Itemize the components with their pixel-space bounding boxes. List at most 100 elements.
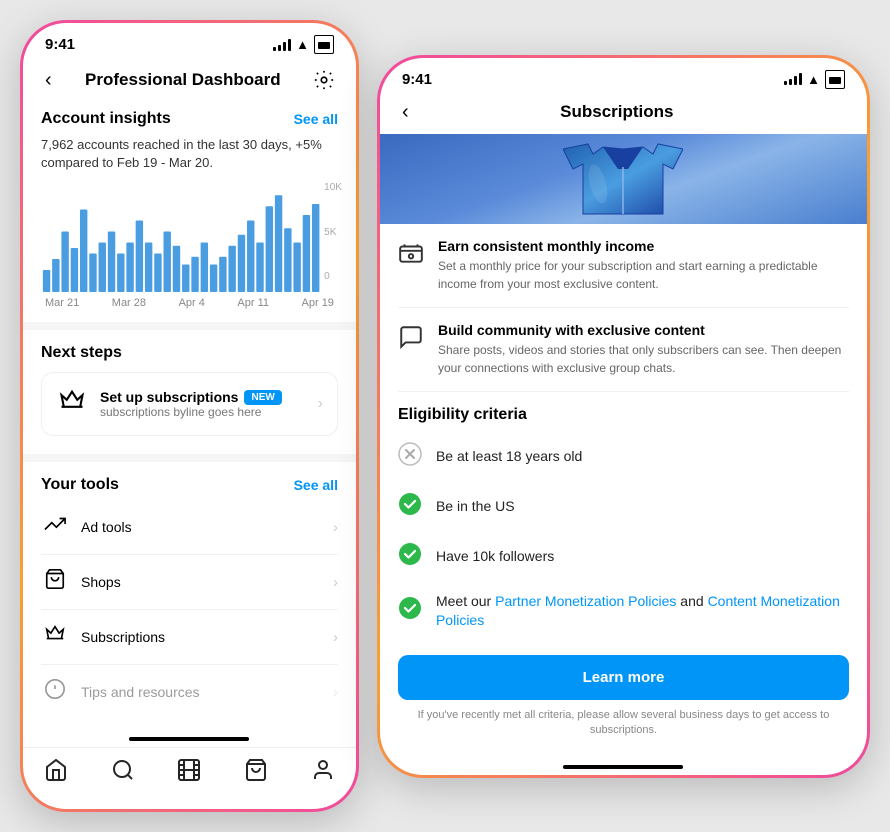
nav-home[interactable] [44,758,68,789]
signal-icon [273,39,291,51]
jacket-svg [563,139,683,219]
chart-container: 10K 5K 0 [23,182,356,312]
your-tools-section: Your tools See all Ad tools › [23,462,356,727]
feature-community-desc: Share posts, videos and stories that onl… [438,341,849,377]
nav-header-right: ‹ Subscriptions [380,93,867,134]
next-steps-section: Next steps Set up subscriptions NEW subs… [23,330,356,444]
tool-chevron-3: › [333,629,338,646]
page-title-left: Professional Dashboard [56,70,310,90]
status-icons-right: ▲ [784,70,845,89]
chart-label-apr11: Apr 11 [237,297,269,309]
ad-tools-icon [41,513,69,541]
shops-icon [41,568,69,596]
nav-shop[interactable] [244,758,268,789]
tool-shops-name: Shops [81,574,321,590]
back-button-right[interactable]: ‹ [398,101,413,124]
settings-icon[interactable] [310,66,338,94]
criteria-x-icon [398,442,424,472]
left-phone: 9:41 ▲ ‹ Professional Dashboard [20,20,359,812]
partner-policy-link[interactable]: Partner Monetization Policies [495,593,676,609]
tool-ad-tools[interactable]: Ad tools › [41,500,338,555]
criteria-check-1 [398,492,424,522]
subs-footer-note: If you've recently met all criteria, ple… [380,708,867,755]
subs-hero-image [380,134,867,224]
criteria-followers: Have 10k followers [398,532,849,582]
nav-header-left: ‹ Professional Dashboard [23,58,356,104]
feature-community: Build community with exclusive content S… [398,308,849,392]
next-steps-title: Next steps [41,344,338,362]
tool-subscriptions[interactable]: Subscriptions › [41,610,338,665]
learn-more-button[interactable]: Learn more [398,655,849,700]
home-indicator-right [563,765,683,769]
criteria-us: Be in the US [398,482,849,532]
feature-income-content: Earn consistent monthly income Set a mon… [438,238,849,293]
chart-svg [41,182,338,292]
tips-icon [41,678,69,706]
tool-chevron-2: › [333,574,338,591]
feature-community-title: Build community with exclusive content [438,322,849,338]
tool-tips[interactable]: Tips and resources › [41,665,338,719]
community-icon [398,324,424,356]
scroll-content-left: Account insights See all 7,962 accounts … [23,104,356,737]
status-time-left: 9:41 [45,36,75,53]
criteria-followers-text: Have 10k followers [436,547,554,567]
wifi-icon-right: ▲ [807,72,820,87]
chart-label-apr4: Apr 4 [179,297,205,309]
account-insights-header: Account insights See all [23,104,356,134]
status-bar-left: 9:41 ▲ [23,23,356,58]
insights-description: 7,962 accounts reached in the last 30 da… [23,134,356,182]
divider-2 [23,454,356,462]
tool-chevron-4: › [333,684,338,701]
criteria-policies-text: Meet our Partner Monetization Policies a… [436,592,849,631]
chart-label-apr19: Apr 19 [302,297,334,309]
new-badge: NEW [244,390,281,405]
criteria-age-text: Be at least 18 years old [436,447,582,467]
card-chevron-icon: › [318,395,323,413]
tool-chevron-1: › [333,519,338,536]
status-bar-right: 9:41 ▲ [380,58,867,93]
tool-ad-tools-name: Ad tools [81,519,321,535]
tool-subscriptions-name: Subscriptions [81,629,321,645]
card-title: Set up subscriptions [100,389,238,405]
income-icon [398,240,424,272]
chart-y-0: 0 [324,271,342,282]
divider-1 [23,322,356,330]
criteria-us-text: Be in the US [436,497,515,517]
criteria-check-3 [398,596,424,626]
feature-community-content: Build community with exclusive content S… [438,322,849,377]
crown-icon [56,387,88,421]
wifi-icon: ▲ [296,37,309,52]
home-indicator-left [129,737,249,741]
subs-features-section: Earn consistent monthly income Set a mon… [380,224,867,641]
subscriptions-card[interactable]: Set up subscriptions NEW subscriptions b… [41,372,338,436]
back-button-left[interactable]: ‹ [41,69,56,92]
feature-income-desc: Set a monthly price for your subscriptio… [438,257,849,293]
card-content: Set up subscriptions NEW subscriptions b… [100,389,306,419]
account-insights-title: Account insights [41,110,171,128]
tools-header: Your tools See all [41,476,338,500]
tools-see-all[interactable]: See all [294,477,338,493]
status-icons-left: ▲ [273,35,334,54]
nav-reels[interactable] [177,758,201,789]
bottom-nav-left [23,747,356,809]
scroll-content-right: Earn consistent monthly income Set a mon… [380,134,867,765]
account-insights-see-all[interactable]: See all [294,111,338,127]
eligibility-title: Eligibility criteria [398,392,849,432]
criteria-age: Be at least 18 years old [398,432,849,482]
chart-label-mar28: Mar 28 [112,297,146,309]
feature-income: Earn consistent monthly income Set a mon… [398,224,849,308]
chart-y-10k: 10K [324,182,342,193]
battery-icon-right [825,70,845,89]
tool-shops[interactable]: Shops › [41,555,338,610]
signal-icon-right [784,73,802,85]
nav-search[interactable] [111,758,135,789]
chart-x-labels: Mar 21 Mar 28 Apr 4 Apr 11 Apr 19 [41,297,338,309]
nav-profile[interactable] [311,758,335,789]
tools-title: Your tools [41,476,119,494]
criteria-check-2 [398,542,424,572]
card-byline: subscriptions byline goes here [100,405,306,419]
subscriptions-icon [41,623,69,651]
status-time-right: 9:41 [402,71,432,88]
chart-label-mar21: Mar 21 [45,297,79,309]
chart-y-5k: 5K [324,227,342,238]
